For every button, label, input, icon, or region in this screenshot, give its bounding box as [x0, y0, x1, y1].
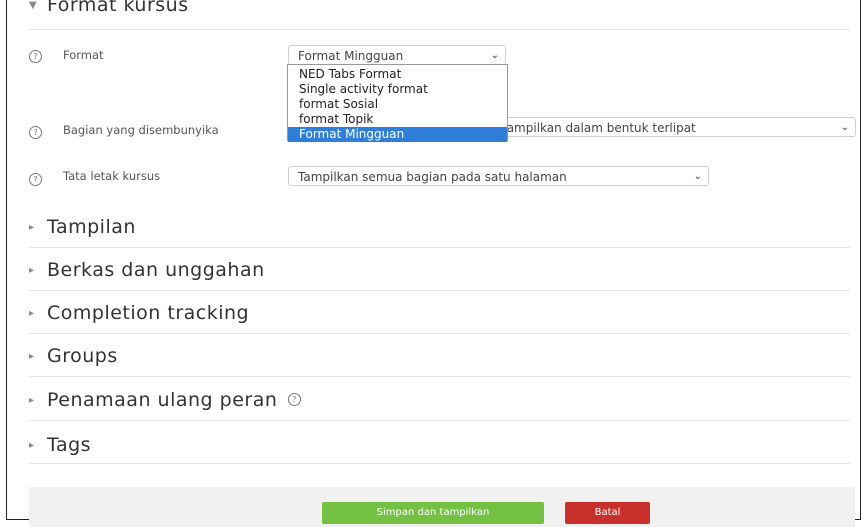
section-title: Tampilan	[47, 216, 136, 238]
dropdown-option[interactable]: format Topik	[288, 112, 507, 127]
expand-icon: ▸	[29, 395, 35, 406]
cancel-button[interactable]: Batal	[565, 502, 650, 524]
layout-select-value: Tampilkan semua bagian pada satu halaman	[298, 170, 567, 184]
format-select-value: Format Mingguan	[298, 49, 404, 63]
section-completion-tracking[interactable]: ▸ Completion tracking	[29, 302, 249, 324]
collapse-icon: ▼	[29, 0, 38, 11]
hidden-sections-value: tampilkan dalam bentuk terlipat	[502, 121, 696, 135]
section-title: Berkas dan unggahan	[47, 259, 265, 281]
format-select[interactable]: Format Mingguan ⌄	[288, 45, 506, 65]
chevron-down-icon: ⌄	[693, 171, 702, 182]
save-and-display-button[interactable]: Simpan dan tampilkan	[322, 502, 544, 524]
divider	[29, 376, 850, 377]
divider	[29, 247, 850, 248]
section-title: Tags	[47, 434, 92, 456]
section-title: Completion tracking	[47, 302, 250, 324]
section-penamaan-ulang-peran[interactable]: ▸ Penamaan ulang peran ?	[29, 389, 301, 411]
section-tags[interactable]: ▸ Tags	[29, 434, 91, 456]
expand-icon: ▸	[29, 222, 35, 233]
dropdown-option-selected[interactable]: Format Mingguan	[288, 127, 507, 142]
expand-icon: ▸	[29, 265, 35, 276]
divider	[29, 29, 850, 30]
dropdown-option[interactable]: Single activity format	[288, 82, 507, 97]
section-groups[interactable]: ▸ Groups	[29, 345, 118, 367]
divider	[29, 463, 850, 464]
help-icon[interactable]: ?	[29, 126, 42, 139]
section-tampilan[interactable]: ▸ Tampilan	[29, 216, 136, 238]
section-format-kursus[interactable]: ▼ Format kursus	[29, 0, 189, 16]
section-berkas[interactable]: ▸ Berkas dan unggahan	[29, 259, 265, 281]
expand-icon: ▸	[29, 308, 35, 319]
hidden-sections-label: Bagian yang disembunyika	[63, 123, 219, 137]
divider	[29, 333, 850, 334]
help-icon[interactable]: ?	[29, 50, 42, 63]
section-title: Penamaan ulang peran	[47, 389, 278, 411]
format-label: Format	[63, 48, 104, 62]
expand-icon: ▸	[29, 351, 35, 362]
expand-icon: ▸	[29, 440, 35, 451]
help-icon[interactable]: ?	[29, 173, 42, 186]
chevron-down-icon: ⌄	[490, 50, 499, 61]
section-title: Groups	[47, 345, 118, 367]
chevron-down-icon: ⌄	[840, 122, 849, 133]
layout-label: Tata letak kursus	[63, 169, 161, 183]
section-title: Format kursus	[47, 0, 189, 16]
divider	[29, 420, 850, 421]
dropdown-option[interactable]: NED Tabs Format	[288, 67, 507, 82]
divider	[29, 290, 850, 291]
format-dropdown-list: NED Tabs Format Single activity format f…	[287, 64, 508, 142]
help-icon[interactable]: ?	[287, 393, 301, 406]
dropdown-option[interactable]: format Sosial	[288, 97, 507, 112]
layout-select[interactable]: Tampilkan semua bagian pada satu halaman…	[288, 166, 709, 186]
